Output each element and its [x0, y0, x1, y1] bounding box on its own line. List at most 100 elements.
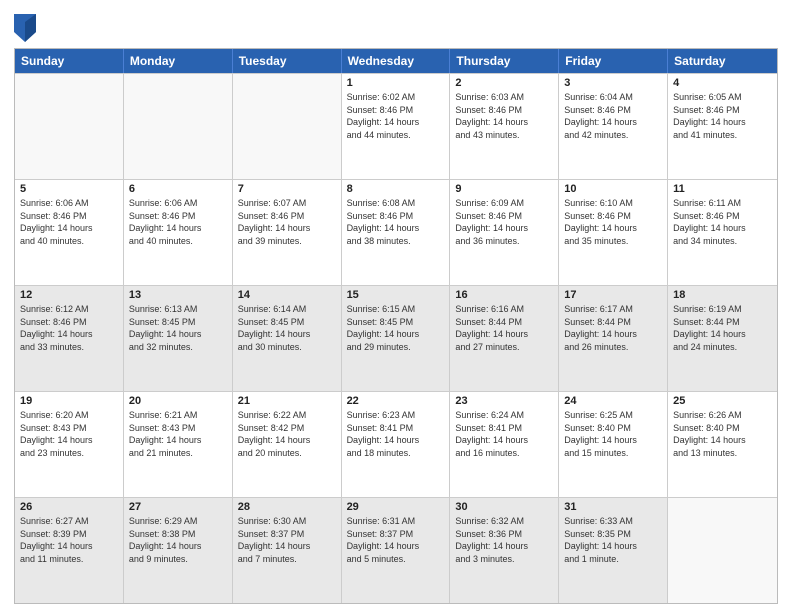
day-info: Sunrise: 6:25 AM Sunset: 8:40 PM Dayligh… — [564, 409, 662, 459]
page: SundayMondayTuesdayWednesdayThursdayFrid… — [0, 0, 792, 612]
day-number: 17 — [564, 289, 662, 301]
day-number: 21 — [238, 395, 336, 407]
calendar-cell: 20 Sunrise: 6:21 AM Sunset: 8:43 PM Dayli… — [124, 392, 233, 497]
day-info: Sunrise: 6:13 AM Sunset: 8:45 PM Dayligh… — [129, 303, 227, 353]
day-number: 10 — [564, 183, 662, 195]
day-info: Sunrise: 6:33 AM Sunset: 8:35 PM Dayligh… — [564, 515, 662, 565]
day-info: Sunrise: 6:16 AM Sunset: 8:44 PM Dayligh… — [455, 303, 553, 353]
calendar-cell: 10 Sunrise: 6:10 AM Sunset: 8:46 PM Dayli… — [559, 180, 668, 285]
calendar-cell: 7 Sunrise: 6:07 AM Sunset: 8:46 PM Daylig… — [233, 180, 342, 285]
calendar-cell: 30 Sunrise: 6:32 AM Sunset: 8:36 PM Dayli… — [450, 498, 559, 603]
day-info: Sunrise: 6:02 AM Sunset: 8:46 PM Dayligh… — [347, 91, 445, 141]
day-number: 1 — [347, 77, 445, 89]
calendar-cell: 29 Sunrise: 6:31 AM Sunset: 8:37 PM Dayli… — [342, 498, 451, 603]
day-info: Sunrise: 6:04 AM Sunset: 8:46 PM Dayligh… — [564, 91, 662, 141]
day-info: Sunrise: 6:15 AM Sunset: 8:45 PM Dayligh… — [347, 303, 445, 353]
day-info: Sunrise: 6:22 AM Sunset: 8:42 PM Dayligh… — [238, 409, 336, 459]
day-info: Sunrise: 6:21 AM Sunset: 8:43 PM Dayligh… — [129, 409, 227, 459]
calendar-cell: 9Sunrise: 6:09 AM Sunset: 8:46 PM Daylig… — [450, 180, 559, 285]
day-info: Sunrise: 6:32 AM Sunset: 8:36 PM Dayligh… — [455, 515, 553, 565]
day-number: 30 — [455, 501, 553, 513]
calendar-cell: 21 Sunrise: 6:22 AM Sunset: 8:42 PM Dayli… — [233, 392, 342, 497]
day-number: 23 — [455, 395, 553, 407]
day-number: 28 — [238, 501, 336, 513]
day-info: Sunrise: 6:17 AM Sunset: 8:44 PM Dayligh… — [564, 303, 662, 353]
calendar-cell — [15, 74, 124, 179]
calendar-cell: 17 Sunrise: 6:17 AM Sunset: 8:44 PM Dayli… — [559, 286, 668, 391]
day-info: Sunrise: 6:19 AM Sunset: 8:44 PM Dayligh… — [673, 303, 772, 353]
calendar-week: 12 Sunrise: 6:12 AM Sunset: 8:46 PM Dayli… — [15, 285, 777, 391]
calendar-cell: 28 Sunrise: 6:30 AM Sunset: 8:37 PM Dayli… — [233, 498, 342, 603]
calendar-cell: 1 Sunrise: 6:02 AM Sunset: 8:46 PM Daylig… — [342, 74, 451, 179]
calendar-cell: 14 Sunrise: 6:14 AM Sunset: 8:45 PM Dayli… — [233, 286, 342, 391]
calendar-cell: 24 Sunrise: 6:25 AM Sunset: 8:40 PM Dayli… — [559, 392, 668, 497]
day-number: 25 — [673, 395, 772, 407]
calendar-header-cell: Friday — [559, 49, 668, 73]
calendar-cell: 26 Sunrise: 6:27 AM Sunset: 8:39 PM Dayli… — [15, 498, 124, 603]
day-number: 3 — [564, 77, 662, 89]
calendar-header-cell: Monday — [124, 49, 233, 73]
day-info: Sunrise: 6:12 AM Sunset: 8:46 PM Dayligh… — [20, 303, 118, 353]
day-number: 13 — [129, 289, 227, 301]
calendar-cell: 22 Sunrise: 6:23 AM Sunset: 8:41 PM Dayli… — [342, 392, 451, 497]
calendar-cell: 12 Sunrise: 6:12 AM Sunset: 8:46 PM Dayli… — [15, 286, 124, 391]
calendar-cell — [668, 498, 777, 603]
day-number: 31 — [564, 501, 662, 513]
calendar-cell: 18Sunrise: 6:19 AM Sunset: 8:44 PM Dayli… — [668, 286, 777, 391]
calendar-header-cell: Tuesday — [233, 49, 342, 73]
calendar-week: 5 Sunrise: 6:06 AM Sunset: 8:46 PM Daylig… — [15, 179, 777, 285]
calendar-header-cell: Saturday — [668, 49, 777, 73]
day-info: Sunrise: 6:27 AM Sunset: 8:39 PM Dayligh… — [20, 515, 118, 565]
day-info: Sunrise: 6:24 AM Sunset: 8:41 PM Dayligh… — [455, 409, 553, 459]
day-info: Sunrise: 6:26 AM Sunset: 8:40 PM Dayligh… — [673, 409, 772, 459]
day-number: 14 — [238, 289, 336, 301]
day-number: 6 — [129, 183, 227, 195]
logo — [14, 14, 38, 42]
day-info: Sunrise: 6:31 AM Sunset: 8:37 PM Dayligh… — [347, 515, 445, 565]
day-info: Sunrise: 6:23 AM Sunset: 8:41 PM Dayligh… — [347, 409, 445, 459]
calendar-cell: 31 Sunrise: 6:33 AM Sunset: 8:35 PM Dayli… — [559, 498, 668, 603]
calendar-cell: 8Sunrise: 6:08 AM Sunset: 8:46 PM Daylig… — [342, 180, 451, 285]
day-number: 4 — [673, 77, 772, 89]
day-number: 29 — [347, 501, 445, 513]
calendar-cell: 3 Sunrise: 6:04 AM Sunset: 8:46 PM Daylig… — [559, 74, 668, 179]
day-number: 5 — [20, 183, 118, 195]
day-info: Sunrise: 6:14 AM Sunset: 8:45 PM Dayligh… — [238, 303, 336, 353]
calendar-header-cell: Wednesday — [342, 49, 451, 73]
calendar-cell — [124, 74, 233, 179]
day-info: Sunrise: 6:10 AM Sunset: 8:46 PM Dayligh… — [564, 197, 662, 247]
day-number: 27 — [129, 501, 227, 513]
calendar-cell: 27 Sunrise: 6:29 AM Sunset: 8:38 PM Dayli… — [124, 498, 233, 603]
calendar-body: 1 Sunrise: 6:02 AM Sunset: 8:46 PM Daylig… — [15, 73, 777, 603]
calendar-cell: 2Sunrise: 6:03 AM Sunset: 8:46 PM Daylig… — [450, 74, 559, 179]
calendar-header-cell: Sunday — [15, 49, 124, 73]
day-info: Sunrise: 6:29 AM Sunset: 8:38 PM Dayligh… — [129, 515, 227, 565]
calendar-week: 26 Sunrise: 6:27 AM Sunset: 8:39 PM Dayli… — [15, 497, 777, 603]
calendar-header-cell: Thursday — [450, 49, 559, 73]
day-number: 19 — [20, 395, 118, 407]
day-number: 26 — [20, 501, 118, 513]
day-info: Sunrise: 6:11 AM Sunset: 8:46 PM Dayligh… — [673, 197, 772, 247]
calendar-cell: 16Sunrise: 6:16 AM Sunset: 8:44 PM Dayli… — [450, 286, 559, 391]
calendar-cell: 13 Sunrise: 6:13 AM Sunset: 8:45 PM Dayli… — [124, 286, 233, 391]
day-number: 7 — [238, 183, 336, 195]
calendar: SundayMondayTuesdayWednesdayThursdayFrid… — [14, 48, 778, 604]
day-info: Sunrise: 6:06 AM Sunset: 8:46 PM Dayligh… — [20, 197, 118, 247]
day-info: Sunrise: 6:03 AM Sunset: 8:46 PM Dayligh… — [455, 91, 553, 141]
calendar-header-row: SundayMondayTuesdayWednesdayThursdayFrid… — [15, 49, 777, 73]
calendar-week: 19 Sunrise: 6:20 AM Sunset: 8:43 PM Dayli… — [15, 391, 777, 497]
day-info: Sunrise: 6:06 AM Sunset: 8:46 PM Dayligh… — [129, 197, 227, 247]
day-info: Sunrise: 6:20 AM Sunset: 8:43 PM Dayligh… — [20, 409, 118, 459]
logo-icon — [14, 14, 36, 42]
day-info: Sunrise: 6:07 AM Sunset: 8:46 PM Dayligh… — [238, 197, 336, 247]
calendar-cell: 15Sunrise: 6:15 AM Sunset: 8:45 PM Dayli… — [342, 286, 451, 391]
day-info: Sunrise: 6:30 AM Sunset: 8:37 PM Dayligh… — [238, 515, 336, 565]
day-number: 22 — [347, 395, 445, 407]
day-info: Sunrise: 6:05 AM Sunset: 8:46 PM Dayligh… — [673, 91, 772, 141]
day-number: 12 — [20, 289, 118, 301]
day-number: 20 — [129, 395, 227, 407]
day-number: 11 — [673, 183, 772, 195]
header — [14, 10, 778, 42]
day-number: 24 — [564, 395, 662, 407]
calendar-cell: 4 Sunrise: 6:05 AM Sunset: 8:46 PM Daylig… — [668, 74, 777, 179]
